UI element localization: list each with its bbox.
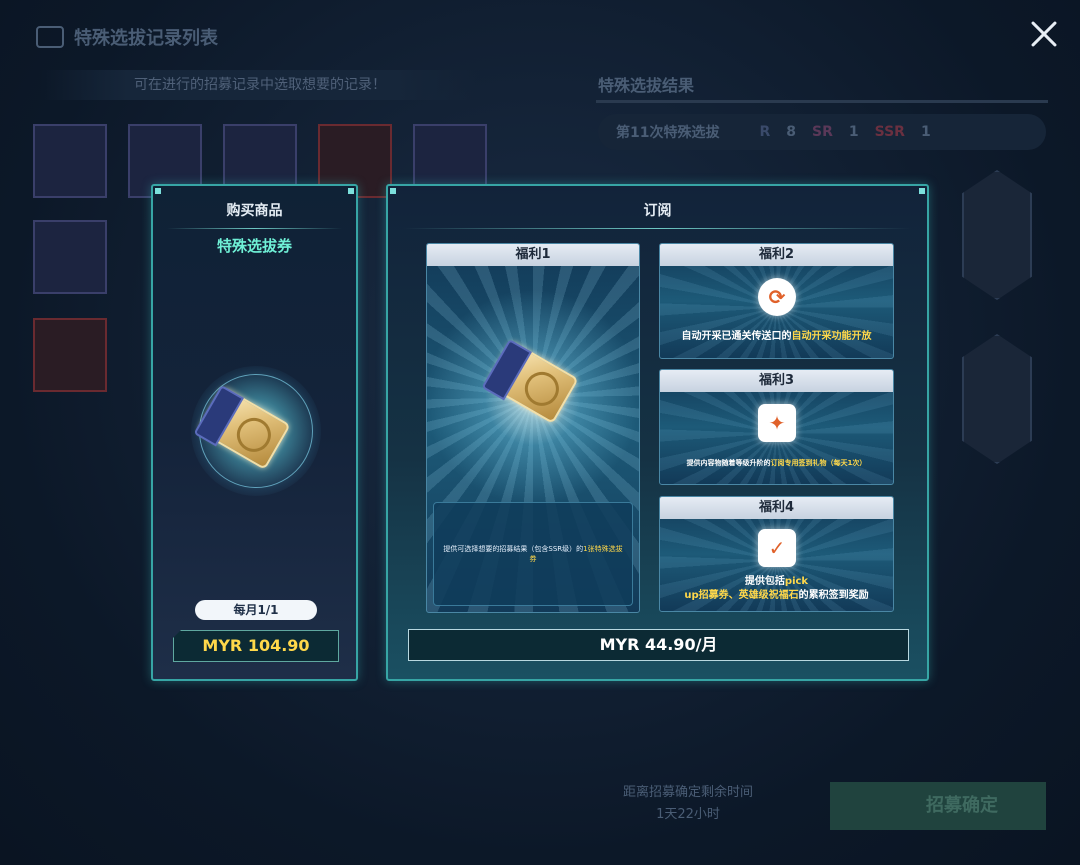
benefit-card-2: 福利2 ⟳ 自动开采已通关传送口的自动开采功能开放 [659, 243, 894, 359]
timer-label: 距离招募确定剩余时间 [622, 785, 753, 800]
rank-r-label: R [759, 124, 771, 140]
benefit-title: 福利3 [660, 370, 893, 392]
weapon-card [33, 318, 107, 392]
panel-corner [919, 188, 925, 194]
panel-corner [155, 188, 161, 194]
benefit-title: 福利2 [660, 244, 893, 266]
rank-ssr-count: 1 [920, 124, 931, 140]
rank-ssr-label: SSR [874, 124, 905, 140]
timer-value: 1天22小时 [656, 807, 720, 822]
result-hex-slot [962, 334, 1032, 464]
subscription-price-button[interactable]: MYR 44.90/月 [408, 629, 909, 661]
background-title: 特殊选拔记录列表 [36, 24, 218, 50]
purchase-panel: 购买商品 特殊选拔券 每月1/1 MYR 104.90 [151, 184, 358, 681]
panel-corner [390, 188, 396, 194]
result-title: 特殊选拔结果 [598, 76, 695, 95]
calendar-check-icon: ✓ [758, 529, 796, 567]
result-summary-bar: 第11次特殊选拔 R 8 SR 1 SSR 1 [598, 114, 1046, 150]
header-divider [167, 228, 342, 229]
item-name: 特殊选拔券 [216, 237, 292, 255]
result-round: 第11次特殊选拔 [616, 125, 720, 141]
benefit-description: 提供可选择想要的招募结果（包含SSR级）的1张特殊选拔券 [433, 502, 633, 606]
benefit-description: 提供内容物随着等级升阶的订阅专用签到礼物（每天1次） [686, 459, 867, 467]
result-divider [596, 100, 1048, 103]
rank-sr-count: 1 [848, 124, 859, 140]
rank-counts: R 8 SR 1 SSR 1 [759, 124, 930, 140]
close-icon[interactable] [1028, 18, 1060, 50]
purchase-price-button[interactable]: MYR 104.90 [173, 630, 339, 662]
weapon-card [33, 220, 107, 294]
panel-corner [348, 188, 354, 194]
header-divider [404, 228, 911, 229]
record-list-icon [36, 26, 64, 48]
benefit-card-3: 福利3 ✦ 提供内容物随着等级升阶的订阅专用签到礼物（每天1次） [659, 369, 894, 485]
result-hex-slot [962, 170, 1032, 300]
benefit-description: 自动开采已通关传送口的自动开采功能开放 [681, 331, 872, 342]
benefit-title: 福利4 [660, 497, 893, 519]
recruit-confirm-button: 招募确定 [830, 782, 1046, 830]
hero-card [33, 124, 107, 198]
purchase-limit-badge: 每月1/1 [195, 600, 317, 620]
benefit-description: 提供包括pick up招募券、英雄级祝福石的累积签到奖励 [684, 576, 869, 601]
rank-r-count: 8 [786, 124, 797, 140]
subscription-header: 订阅 [643, 203, 672, 219]
purchase-header: 购买商品 [226, 203, 283, 219]
auto-mining-icon: ⟳ [758, 278, 796, 316]
benefit-title: 福利1 [427, 244, 639, 266]
recruit-timer: 距离招募确定剩余时间 1天22小时 [598, 782, 778, 828]
rank-sr-label: SR [812, 124, 833, 140]
gift-icon: ✦ [758, 404, 796, 442]
subscription-panel: 订阅 福利1 提供可选择想要的招募结果（包含SSR级）的1张特殊选拔券 福利2 … [386, 184, 929, 681]
background-subtitle: 可在进行的招募记录中选取想要的记录！ [40, 70, 480, 100]
benefit-card-4: 福利4 ✓ 提供包括pick up招募券、英雄级祝福石的累积签到奖励 [659, 496, 894, 612]
benefit-card-1: 福利1 提供可选择想要的招募结果（包含SSR级）的1张特殊选拔券 [426, 243, 640, 613]
